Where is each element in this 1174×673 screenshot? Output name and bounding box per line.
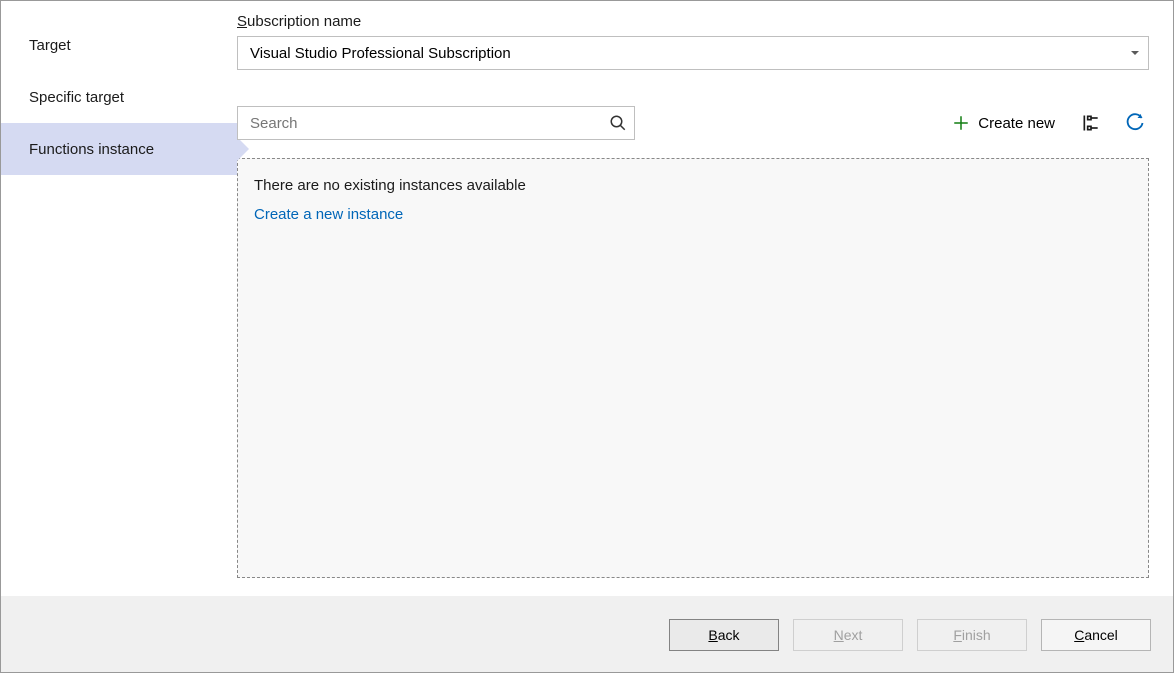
empty-message: There are no existing instances availabl… [254, 177, 1132, 194]
subscription-combo[interactable] [237, 36, 1149, 70]
subscription-input[interactable] [237, 36, 1149, 70]
step-label: Functions instance [29, 141, 154, 158]
subscription-label: Subscription name [237, 13, 1149, 30]
step-label: Specific target [29, 89, 124, 106]
create-new-label: Create new [978, 115, 1055, 132]
toolbar: Create new [237, 106, 1149, 140]
tree-view-icon [1081, 113, 1101, 133]
plus-icon [952, 114, 970, 132]
refresh-button[interactable] [1121, 109, 1149, 137]
dialog-footer: Back Next Finish Cancel [1, 596, 1173, 672]
search-field [237, 106, 635, 140]
search-input[interactable] [237, 106, 635, 140]
dialog-body: Target Specific target Functions instanc… [1, 1, 1173, 596]
back-button[interactable]: Back [669, 619, 779, 651]
finish-button: Finish [917, 619, 1027, 651]
publish-dialog: Target Specific target Functions instanc… [0, 0, 1174, 673]
step-target[interactable]: Target [1, 19, 237, 71]
main-panel: Subscription name [237, 1, 1173, 596]
next-button: Next [793, 619, 903, 651]
create-instance-link[interactable]: Create a new instance [254, 206, 403, 223]
refresh-icon [1125, 113, 1145, 133]
search-icon [609, 114, 627, 132]
create-new-button[interactable]: Create new [946, 110, 1061, 136]
cancel-button[interactable]: Cancel [1041, 619, 1151, 651]
instances-panel: There are no existing instances availabl… [237, 158, 1149, 578]
view-resource-group-button[interactable] [1077, 109, 1105, 137]
step-specific-target[interactable]: Specific target [1, 71, 237, 123]
wizard-sidebar: Target Specific target Functions instanc… [1, 1, 237, 596]
step-label: Target [29, 37, 71, 54]
step-functions-instance[interactable]: Functions instance [1, 123, 237, 175]
